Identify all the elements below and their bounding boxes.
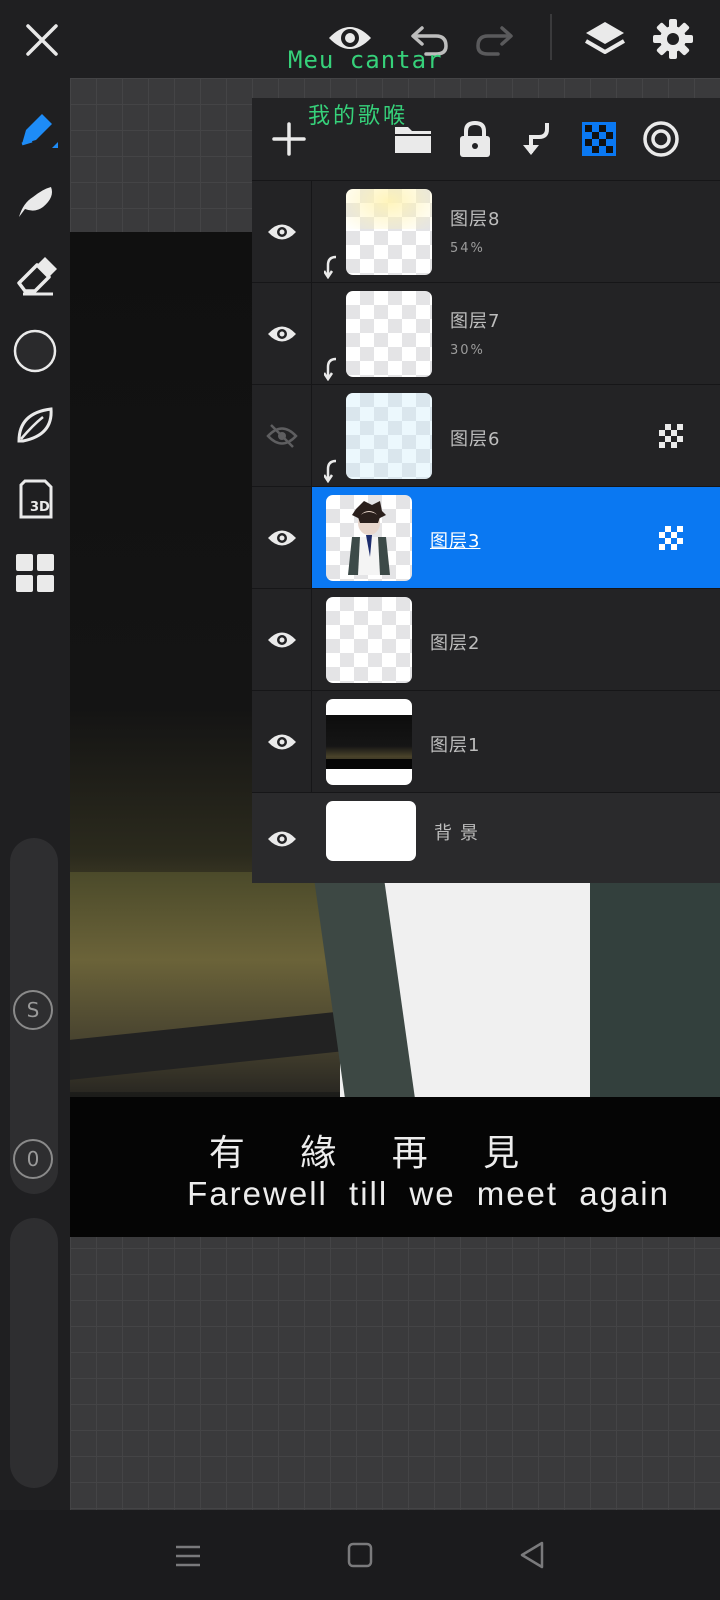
leaf-icon[interactable]: [10, 400, 60, 450]
lock-icon[interactable]: [450, 114, 500, 164]
subtitle-english: Farewell till we meet again: [187, 1175, 670, 1212]
brush-opacity-label: 0: [13, 1139, 53, 1179]
left-toolbar: 3D S 0: [0, 78, 70, 1510]
eye-icon[interactable]: [252, 793, 312, 884]
overlay-text-top: Meu cantar: [288, 46, 443, 74]
overlay-text-cn: 我的歌喉: [308, 104, 409, 129]
eye-icon[interactable]: [252, 589, 312, 691]
layer-thumbnail: [326, 801, 416, 861]
alpha-lock-icon[interactable]: [658, 423, 684, 449]
checker-icon[interactable]: [574, 114, 624, 164]
clip-arrow-icon: [322, 357, 344, 382]
layers-icon[interactable]: [582, 16, 628, 62]
layer-name: 图层2: [430, 633, 481, 654]
eye-icon[interactable]: [252, 487, 312, 589]
layer-opacity: 30%: [450, 343, 485, 358]
layer-row-3[interactable]: 图层3: [252, 486, 720, 589]
layer-thumbnail: [346, 291, 432, 377]
color-circle-icon[interactable]: [10, 326, 60, 376]
alpha-lock-icon[interactable]: [658, 525, 684, 551]
eye-hidden-icon[interactable]: [252, 385, 312, 487]
add-layer-icon[interactable]: [264, 114, 314, 164]
home-square-icon[interactable]: [347, 1542, 373, 1568]
layer-row-2[interactable]: 图层2: [252, 588, 720, 691]
layer-thumbnail: [346, 189, 432, 275]
layer-thumbnail: [326, 597, 412, 683]
layer-row-6[interactable]: 图层6: [252, 384, 720, 487]
layer-panel: 图层8 54% 图层7 30% 图层6 图层3 图层2 图层1 背景: [252, 98, 720, 883]
3d-icon[interactable]: 3D: [10, 474, 60, 524]
eraser-icon[interactable]: [10, 250, 60, 300]
svg-text:3D: 3D: [30, 500, 50, 515]
smudge-icon[interactable]: [10, 176, 60, 226]
pen-icon[interactable]: [10, 106, 60, 156]
system-nav-bar: [0, 1510, 720, 1600]
layer-row-background[interactable]: 背景: [252, 792, 720, 883]
brush-size-label: S: [13, 990, 53, 1030]
back-triangle-icon[interactable]: [518, 1540, 546, 1570]
layer-row-8[interactable]: 图层8 54%: [252, 180, 720, 283]
grid-icon[interactable]: [10, 548, 60, 598]
layer-name: 图层1: [430, 735, 481, 756]
layer-name: 图层8: [450, 209, 501, 230]
clip-icon[interactable]: [512, 114, 562, 164]
layer-thumbnail: [326, 699, 412, 785]
layer-row-7[interactable]: 图层7 30%: [252, 282, 720, 385]
redo-icon[interactable]: [472, 20, 516, 58]
subtitle-chinese: 有 緣 再 見: [208, 1133, 542, 1174]
layer-thumbnail: [346, 393, 432, 479]
divider: [550, 14, 552, 60]
eye-icon[interactable]: [252, 181, 312, 283]
jacket-right: [590, 872, 720, 1097]
layer-name: 背景: [434, 823, 486, 844]
layer-name: 图层3: [430, 531, 481, 552]
layer-name: 图层7: [450, 311, 501, 332]
close-icon[interactable]: [20, 18, 64, 62]
layer-thumbnail: [326, 495, 412, 581]
eye-icon[interactable]: [252, 283, 312, 385]
menu-icon[interactable]: [174, 1542, 202, 1570]
brush-opacity-slider[interactable]: [10, 1218, 58, 1488]
clip-arrow-icon: [322, 255, 344, 280]
layer-name: 图层6: [450, 429, 501, 450]
clip-arrow-icon: [322, 459, 344, 484]
layer-opacity: 54%: [450, 241, 485, 256]
gear-icon[interactable]: [650, 16, 696, 62]
layer-row-1[interactable]: 图层1: [252, 690, 720, 793]
target-icon[interactable]: [636, 114, 686, 164]
eye-icon[interactable]: [252, 691, 312, 793]
